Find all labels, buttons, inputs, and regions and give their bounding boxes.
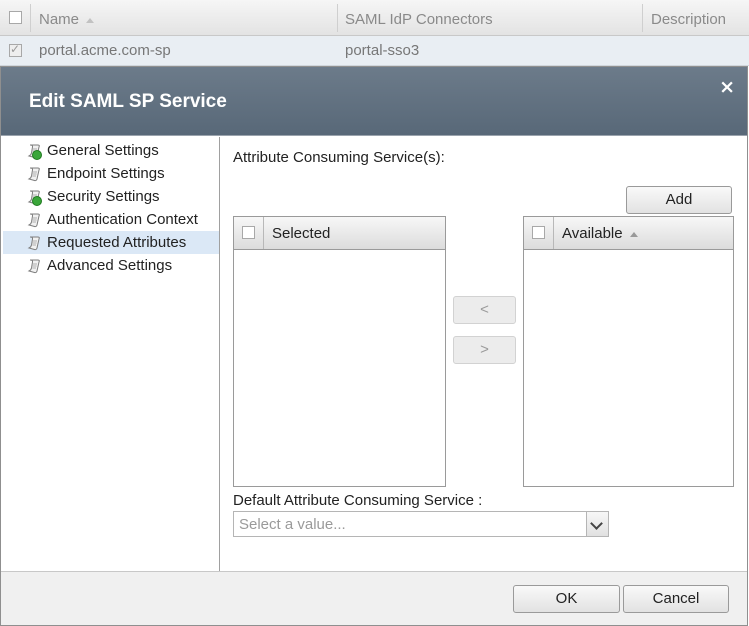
scroll-check-icon <box>26 189 42 206</box>
scroll-icon <box>26 258 42 274</box>
scroll-icon <box>26 166 42 182</box>
dialog-body: General Settings Endpoint Settings Securit… <box>1 135 747 571</box>
row-name: portal.acme.com-sp <box>39 42 171 59</box>
sidebar-item[interactable]: Security Settings <box>3 185 219 208</box>
row-idp-connector: portal-sso3 <box>345 42 420 59</box>
selected-listbox-header: Selected <box>234 217 445 250</box>
move-right-button[interactable]: > <box>453 336 516 364</box>
sidebar-item-label: Endpoint Settings <box>47 165 165 182</box>
sidebar-item-label: Authentication Context <box>47 211 198 228</box>
selected-header-label: Selected <box>272 225 331 242</box>
sidebar-item[interactable]: General Settings <box>3 139 219 162</box>
sidebar-item-label: Requested Attributes <box>47 234 187 251</box>
sort-asc-icon <box>629 231 638 237</box>
cancel-button[interactable]: Cancel <box>623 585 729 613</box>
sidebar-item[interactable]: Endpoint Settings <box>3 162 219 185</box>
sidebar-item[interactable]: Requested Attributes <box>3 231 219 254</box>
table-header: Name SAML IdP Connectors Description <box>0 0 749 36</box>
column-header-idp-connectors[interactable]: SAML IdP Connectors <box>345 11 493 28</box>
dialog-title: Edit SAML SP Service <box>29 91 227 112</box>
sort-asc-icon <box>86 17 95 23</box>
default-acs-select[interactable]: Select a value... <box>233 511 609 537</box>
selected-listbox[interactable]: Selected <box>233 216 446 487</box>
dialog-footer: OK Cancel <box>1 571 747 625</box>
column-header-name[interactable]: Name <box>39 11 95 28</box>
scroll-icon <box>26 212 42 228</box>
sidebar-item-label: General Settings <box>47 142 159 159</box>
dialog-header: Edit SAML SP Service × <box>1 67 747 135</box>
sidebar-item[interactable]: Advanced Settings <box>3 254 219 277</box>
selected-select-all-checkbox[interactable] <box>242 226 255 239</box>
available-header-label[interactable]: Available <box>562 225 638 242</box>
column-header-description[interactable]: Description <box>651 11 726 28</box>
settings-sidebar: General Settings Endpoint Settings Securit… <box>2 137 220 571</box>
acs-label: Attribute Consuming Service(s): <box>233 149 445 166</box>
close-icon[interactable]: × <box>719 76 735 98</box>
ok-button[interactable]: OK <box>513 585 620 613</box>
scroll-check-icon <box>26 143 42 160</box>
chevron-down-icon <box>590 517 603 530</box>
scroll-icon <box>26 235 42 251</box>
add-button[interactable]: Add <box>626 186 732 214</box>
default-acs-placeholder: Select a value... <box>239 516 346 533</box>
available-select-all-checkbox[interactable] <box>532 226 545 239</box>
select-all-checkbox[interactable] <box>9 11 22 24</box>
sidebar-item[interactable]: Authentication Context <box>3 208 219 231</box>
requested-attributes-panel: Attribute Consuming Service(s): Add Sele… <box>220 136 747 572</box>
dropdown-button[interactable] <box>586 512 608 536</box>
sidebar-item-label: Security Settings <box>47 188 160 205</box>
row-checkbox[interactable] <box>9 42 22 57</box>
available-listbox-header: Available <box>524 217 733 250</box>
table-row[interactable]: portal.acme.com-sp portal-sso3 <box>0 36 749 66</box>
available-listbox[interactable]: Available <box>523 216 734 487</box>
default-acs-label: Default Attribute Consuming Service : <box>233 492 483 509</box>
sidebar-item-label: Advanced Settings <box>47 257 173 274</box>
edit-saml-sp-dialog: Edit SAML SP Service × General Settings E… <box>0 66 748 626</box>
move-left-button[interactable]: < <box>453 296 516 324</box>
